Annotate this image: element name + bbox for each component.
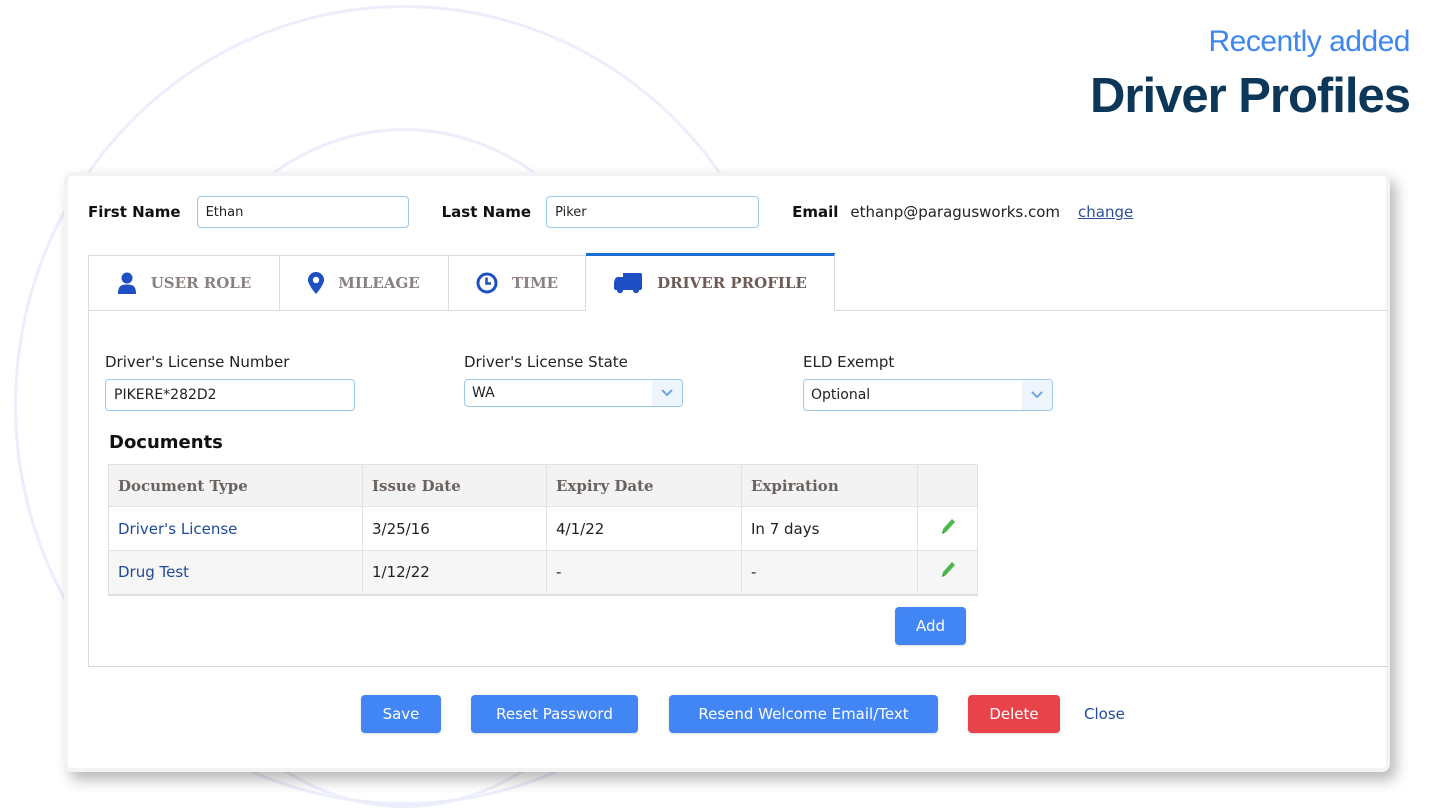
hero-kicker: Recently added bbox=[1208, 25, 1411, 58]
document-type-link[interactable]: Driver's License bbox=[118, 520, 237, 538]
change-email-link[interactable]: change bbox=[1078, 203, 1133, 221]
driver-profile-panel: Driver's License Number Driver's License… bbox=[88, 311, 1388, 667]
reset-password-button[interactable]: Reset Password bbox=[471, 695, 638, 733]
license-state-field: Driver's License State WA bbox=[464, 353, 683, 407]
issue-date-cell: 3/25/16 bbox=[362, 506, 547, 551]
eld-exempt-label: ELD Exempt bbox=[803, 353, 895, 371]
close-link[interactable]: Close bbox=[1084, 705, 1125, 723]
license-state-label: Driver's License State bbox=[464, 353, 628, 371]
table-row: Driver's License 3/25/16 4/1/22 In 7 day… bbox=[108, 506, 978, 551]
column-header-expiration: Expiration bbox=[741, 464, 918, 507]
expiry-date-cell: - bbox=[546, 550, 742, 596]
map-pin-icon bbox=[308, 272, 325, 294]
clock-icon bbox=[476, 272, 498, 294]
first-name-input[interactable] bbox=[196, 196, 409, 228]
email-value: ethanp@paragusworks.com bbox=[850, 203, 1061, 221]
tab-time[interactable]: TIME bbox=[449, 255, 586, 310]
license-number-field: Driver's License Number bbox=[105, 353, 355, 411]
user-icon bbox=[117, 272, 137, 294]
chevron-down-icon bbox=[652, 380, 682, 406]
expiry-date-cell: 4/1/22 bbox=[546, 506, 742, 551]
eld-exempt-select[interactable]: Optional bbox=[803, 379, 1053, 411]
tab-label: DRIVER PROFILE bbox=[657, 274, 807, 292]
eld-exempt-value: Optional bbox=[811, 387, 871, 403]
eld-exempt-field: ELD Exempt Optional bbox=[803, 353, 1053, 411]
save-button[interactable]: Save bbox=[361, 695, 441, 733]
column-header-actions bbox=[917, 464, 978, 507]
profile-tabs: USER ROLE MILEAGE TIME DRIVER PROFILE bbox=[88, 253, 1388, 311]
last-name-input[interactable] bbox=[546, 196, 760, 228]
license-state-value: WA bbox=[472, 385, 495, 401]
license-number-input[interactable] bbox=[105, 379, 355, 411]
document-type-link[interactable]: Drug Test bbox=[118, 563, 189, 581]
tab-label: USER ROLE bbox=[150, 274, 252, 292]
user-edit-card: First Name Last Name Email ethanp@paragu… bbox=[64, 172, 1390, 772]
add-document-button[interactable]: Add bbox=[895, 607, 966, 645]
documents-heading: Documents bbox=[109, 432, 223, 453]
pencil-icon bbox=[941, 518, 955, 534]
user-info-row: First Name Last Name Email ethanp@paragu… bbox=[88, 195, 1133, 229]
edit-document-button[interactable] bbox=[917, 506, 978, 551]
tab-label: MILEAGE bbox=[338, 274, 420, 292]
table-row: Drug Test 1/12/22 - - bbox=[108, 550, 978, 596]
hero-heading: Recently added Driver Profiles bbox=[1090, 22, 1411, 126]
documents-table: Document Type Issue Date Expiry Date Exp… bbox=[108, 464, 978, 596]
delete-button[interactable]: Delete bbox=[968, 695, 1060, 733]
license-state-select[interactable]: WA bbox=[464, 379, 683, 407]
license-number-label: Driver's License Number bbox=[105, 353, 290, 371]
column-header-expiry-date: Expiry Date bbox=[546, 464, 742, 507]
resend-welcome-button[interactable]: Resend Welcome Email/Text bbox=[669, 695, 938, 733]
column-header-issue-date: Issue Date bbox=[362, 464, 547, 507]
hero-title: Driver Profiles bbox=[1090, 69, 1411, 123]
chevron-down-icon bbox=[1022, 380, 1052, 410]
expiration-cell: - bbox=[741, 550, 918, 596]
truck-icon bbox=[613, 272, 643, 294]
pencil-icon bbox=[941, 562, 955, 578]
tab-mileage[interactable]: MILEAGE bbox=[280, 255, 449, 310]
email-label: Email bbox=[792, 203, 839, 221]
expiration-cell: In 7 days bbox=[741, 506, 918, 551]
column-header-document-type: Document Type bbox=[108, 464, 363, 507]
issue-date-cell: 1/12/22 bbox=[362, 550, 547, 596]
table-header-row: Document Type Issue Date Expiry Date Exp… bbox=[108, 464, 978, 507]
tab-label: TIME bbox=[511, 274, 559, 292]
tab-user-role[interactable]: USER ROLE bbox=[88, 255, 280, 310]
edit-document-button[interactable] bbox=[917, 550, 978, 596]
last-name-label: Last Name bbox=[441, 203, 532, 221]
first-name-label: First Name bbox=[88, 203, 181, 221]
tab-driver-profile[interactable]: DRIVER PROFILE bbox=[586, 253, 835, 311]
